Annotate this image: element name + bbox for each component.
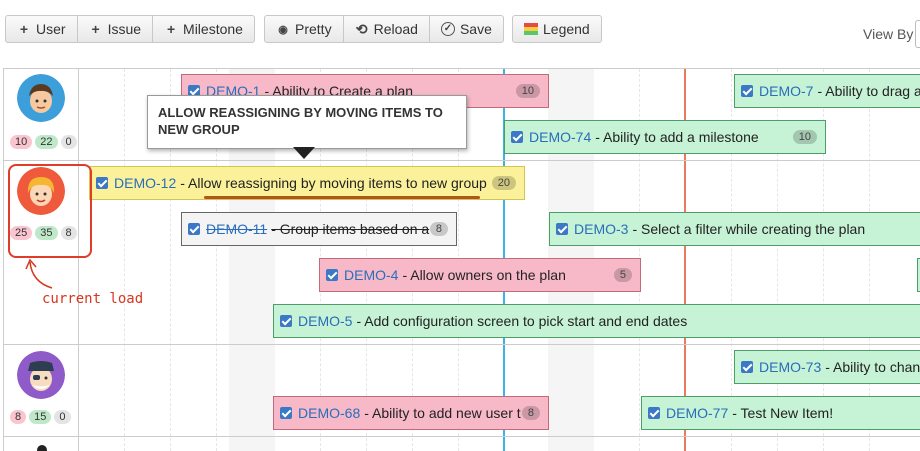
avatar[interactable] xyxy=(17,74,65,122)
add-issue-button[interactable]: + Issue xyxy=(78,16,154,42)
checkbox-icon[interactable] xyxy=(741,361,753,373)
story-points-badge: 10 xyxy=(792,130,817,144)
checkbox-icon[interactable] xyxy=(511,131,523,143)
story-points-badge: 10 xyxy=(515,84,540,98)
add-issue-label: Issue xyxy=(107,21,142,37)
view-by-select[interactable] xyxy=(915,20,920,48)
checkbox-icon[interactable] xyxy=(188,223,200,235)
count-in-progress: 15 xyxy=(29,410,52,424)
issue-card[interactable]: DEMO-77 - Test New Item! xyxy=(641,396,920,430)
checkbox-icon[interactable] xyxy=(741,85,753,97)
issue-key[interactable]: DEMO-73 xyxy=(759,359,821,375)
user-load-counts: 10 22 0 xyxy=(10,135,77,149)
tooltip-arrow xyxy=(293,147,315,159)
issue-title: - Add configuration screen to pick start… xyxy=(356,313,688,329)
issue-title: - Ability to add new user t xyxy=(364,405,521,421)
add-user-button[interactable]: + User xyxy=(6,16,78,42)
save-button[interactable]: ✓ Save xyxy=(430,16,503,42)
pretty-button[interactable]: ◉ Pretty xyxy=(265,16,344,42)
issue-key[interactable]: DEMO-77 xyxy=(666,405,728,421)
add-user-label: User xyxy=(36,21,66,37)
issue-title: - Ability to chan xyxy=(825,359,920,375)
issue-key[interactable]: DEMO-3 xyxy=(574,221,628,237)
issue-card[interactable]: DEMO-11 - Group items based on a 8 xyxy=(181,212,457,246)
issue-key[interactable]: DEMO-11 xyxy=(206,221,267,237)
issue-key[interactable]: DEMO-74 xyxy=(529,129,591,145)
issue-card[interactable]: DEMO-7 - Ability to drag a xyxy=(734,74,920,108)
checkbox-icon[interactable] xyxy=(556,223,568,235)
reload-label: Reload xyxy=(373,21,418,37)
story-points-badge: 20 xyxy=(491,176,516,190)
story-points-badge: 5 xyxy=(613,268,632,282)
add-milestone-button[interactable]: + Milestone xyxy=(153,16,254,42)
pretty-label: Pretty xyxy=(295,21,332,37)
count-in-progress: 22 xyxy=(35,135,58,149)
eye-icon: ◉ xyxy=(278,23,288,36)
issue-card[interactable]: DEMO-4 - Allow owners on the plan 5 xyxy=(319,258,641,292)
issue-card[interactable]: DEMO-74 - Ability to add a milestone 10 xyxy=(504,120,826,154)
issue-key[interactable]: DEMO-4 xyxy=(344,267,398,283)
save-label: Save xyxy=(459,21,492,37)
user-cell: 8 15 0 xyxy=(4,345,79,436)
checkbox-icon[interactable] xyxy=(648,407,660,419)
checkbox-icon[interactable] xyxy=(280,315,292,327)
issue-card[interactable]: DEMO-5 - Add configuration screen to pic… xyxy=(273,304,920,338)
count-todo: 10 xyxy=(10,135,33,149)
legend-icon xyxy=(524,23,538,35)
issue-card[interactable]: DEMO-3 - Select a filter while creating … xyxy=(549,212,920,246)
legend-button[interactable]: Legend xyxy=(513,16,601,42)
issue-title: - Group items based on a xyxy=(271,221,430,237)
story-points-badge: 8 xyxy=(429,222,448,236)
checkbox-icon[interactable] xyxy=(326,269,338,281)
count-todo: 8 xyxy=(10,410,27,424)
plus-icon: + xyxy=(19,21,29,37)
user-lane xyxy=(4,437,920,451)
checkbox-icon[interactable] xyxy=(280,407,292,419)
toolbar: + User + Issue + Milestone ◉ Pretty ⟲ Reload … xyxy=(0,0,920,60)
issue-card[interactable]: DEMO-12 - Allow reassigning by moving it… xyxy=(89,166,525,200)
checkbox-icon[interactable] xyxy=(96,177,108,189)
plus-icon: + xyxy=(91,21,100,37)
issue-title: - Allow reassigning by moving items to n… xyxy=(180,175,487,191)
add-button-group: + User + Issue + Milestone xyxy=(5,15,255,43)
count-done: 0 xyxy=(60,135,77,149)
legend-label: Legend xyxy=(543,21,590,37)
view-button-group: ◉ Pretty ⟲ Reload ✓ Save xyxy=(264,15,504,43)
legend-button-group: Legend xyxy=(512,15,602,43)
issue-key[interactable]: DEMO-12 xyxy=(114,175,176,191)
card-tooltip: ALLOW REASSIGNING BY MOVING ITEMS TO NEW… xyxy=(147,95,467,149)
issue-key[interactable]: DEMO-7 xyxy=(759,83,813,99)
tooltip-text: ALLOW REASSIGNING BY MOVING ITEMS TO NEW… xyxy=(158,105,443,137)
issue-key[interactable]: DEMO-68 xyxy=(298,405,360,421)
issue-title: - Allow owners on the plan xyxy=(402,267,566,283)
issue-title: - Ability to add a milestone xyxy=(595,129,759,145)
avatar[interactable] xyxy=(37,445,47,451)
user-cell xyxy=(4,437,79,451)
issue-card[interactable]: DEMO-68 - Ability to add new user t 8 xyxy=(273,396,549,430)
reload-icon: ⟲ xyxy=(355,20,368,37)
count-done: 0 xyxy=(54,410,71,424)
issue-title: - Ability to drag a xyxy=(817,83,920,99)
issue-card[interactable]: DEMO-73 - Ability to chan xyxy=(734,350,920,384)
save-icon: ✓ xyxy=(440,22,455,36)
add-milestone-label: Milestone xyxy=(183,21,243,37)
annotation-underline xyxy=(204,196,480,199)
view-by-label: View By xyxy=(863,26,914,42)
annotation-arrow xyxy=(25,258,53,289)
avatar[interactable] xyxy=(17,351,65,399)
story-points-badge: 8 xyxy=(521,406,540,420)
current-load-highlight xyxy=(8,164,92,258)
current-load-annotation: current load xyxy=(42,291,144,307)
user-cell: 10 22 0 xyxy=(4,69,79,160)
issue-title: - Select a filter while creating the pla… xyxy=(632,221,866,237)
plus-icon: + xyxy=(166,21,176,37)
issue-title: - Test New Item! xyxy=(732,405,834,421)
reload-button[interactable]: ⟲ Reload xyxy=(344,16,430,42)
issue-key[interactable]: DEMO-5 xyxy=(298,313,352,329)
user-load-counts: 8 15 0 xyxy=(10,410,71,424)
